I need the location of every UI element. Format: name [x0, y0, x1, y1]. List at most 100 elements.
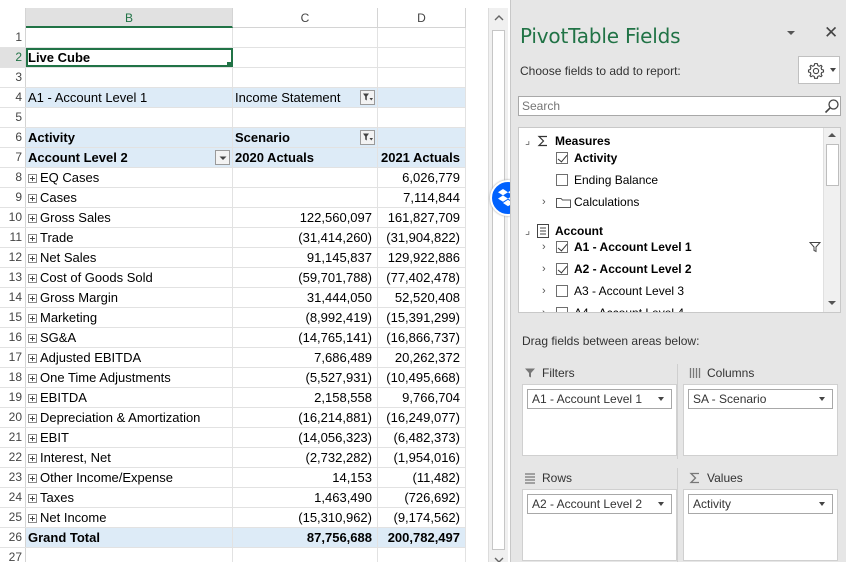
- cell-b17[interactable]: Adjusted EBITDA: [26, 348, 233, 367]
- cell-b18[interactable]: One Time Adjustments: [26, 368, 233, 387]
- columns-field-pill[interactable]: SA - Scenario: [688, 389, 833, 409]
- expand-icon[interactable]: [28, 414, 37, 423]
- cell-c5[interactable]: [233, 108, 378, 127]
- cell-d12[interactable]: 129,922,886: [378, 248, 466, 267]
- cell-d19[interactable]: 9,766,704: [378, 388, 466, 407]
- values-drop-area[interactable]: Activity: [683, 489, 838, 561]
- cell-c16[interactable]: (14,765,141): [233, 328, 378, 347]
- cell-c25[interactable]: (15,310,962): [233, 508, 378, 527]
- cell-d8[interactable]: 6,026,779: [378, 168, 466, 187]
- chevron-down-icon[interactable]: [819, 397, 825, 401]
- cell-d9[interactable]: 7,114,844: [378, 188, 466, 207]
- tools-button[interactable]: [798, 56, 840, 84]
- row-header[interactable]: 13: [0, 268, 26, 287]
- cell-b23[interactable]: Other Income/Expense: [26, 468, 233, 487]
- row-header[interactable]: 10: [0, 208, 26, 227]
- row-header[interactable]: 14: [0, 288, 26, 307]
- cell-c23[interactable]: 14,153: [233, 468, 378, 487]
- cell-c24[interactable]: 1,463,490: [233, 488, 378, 507]
- filter-button[interactable]: [360, 130, 375, 145]
- expand-icon[interactable]: [28, 294, 37, 303]
- field-list-scroll-thumb[interactable]: [826, 144, 839, 186]
- cell-b2[interactable]: Live Cube: [26, 48, 233, 67]
- chevron-down-icon[interactable]: [658, 502, 664, 506]
- cell-c8[interactable]: [233, 168, 378, 187]
- row-header[interactable]: 23: [0, 468, 26, 487]
- row-header[interactable]: 1: [0, 28, 26, 47]
- expand-chevron-icon[interactable]: ›: [542, 280, 546, 302]
- field-checkbox-a1[interactable]: [556, 241, 568, 253]
- row-header[interactable]: 8: [0, 168, 26, 187]
- row-header[interactable]: 22: [0, 448, 26, 467]
- expand-icon[interactable]: [28, 494, 37, 503]
- row-header[interactable]: 19: [0, 388, 26, 407]
- search-input[interactable]: [518, 96, 841, 116]
- cell-d3[interactable]: [378, 68, 466, 87]
- cell-b12[interactable]: Net Sales: [26, 248, 233, 267]
- column-header-c[interactable]: C: [233, 8, 378, 28]
- row-header[interactable]: 5: [0, 108, 26, 127]
- filters-drop-area[interactable]: A1 - Account Level 1: [522, 384, 677, 456]
- row-header[interactable]: 17: [0, 348, 26, 367]
- field-activity[interactable]: Activity: [519, 147, 824, 169]
- expand-icon[interactable]: [28, 234, 37, 243]
- cell-d17[interactable]: 20,262,372: [378, 348, 466, 367]
- expand-icon[interactable]: [28, 334, 37, 343]
- cell-b1[interactable]: [26, 28, 233, 47]
- cell-b5[interactable]: [26, 108, 233, 127]
- cell-c18[interactable]: (5,527,931): [233, 368, 378, 387]
- expand-icon[interactable]: [28, 274, 37, 283]
- expand-icon[interactable]: [28, 174, 37, 183]
- cell-b15[interactable]: Marketing: [26, 308, 233, 327]
- cell-b24[interactable]: Taxes: [26, 488, 233, 507]
- expand-icon[interactable]: [28, 434, 37, 443]
- cell-c6[interactable]: Scenario: [233, 128, 378, 147]
- column-header-b[interactable]: B: [26, 8, 233, 28]
- expand-icon[interactable]: [28, 474, 37, 483]
- cell-c20[interactable]: (16,214,881): [233, 408, 378, 427]
- field-checkbox-a3[interactable]: [556, 285, 568, 297]
- field-list-scrollbar[interactable]: [823, 128, 840, 312]
- values-field-pill[interactable]: Activity: [688, 494, 833, 514]
- row-header[interactable]: 7: [0, 148, 26, 167]
- rows-field-pill[interactable]: A2 - Account Level 2: [527, 494, 672, 514]
- cell-b11[interactable]: Trade: [26, 228, 233, 247]
- row-header[interactable]: 2: [0, 48, 26, 67]
- row-header[interactable]: 6: [0, 128, 26, 147]
- cell-d26[interactable]: 200,782,497: [378, 528, 466, 547]
- cell-c12[interactable]: 91,145,837: [233, 248, 378, 267]
- row-labels-dropdown-button[interactable]: [215, 150, 230, 165]
- expand-chevron-icon[interactable]: ›: [542, 302, 546, 312]
- cell-b16[interactable]: SG&A: [26, 328, 233, 347]
- expand-icon[interactable]: [28, 394, 37, 403]
- cell-b19[interactable]: EBITDA: [26, 388, 233, 407]
- cell-d25[interactable]: (9,174,562): [378, 508, 466, 527]
- row-header[interactable]: 21: [0, 428, 26, 447]
- field-checkbox-a2[interactable]: [556, 263, 568, 275]
- pane-options-dropdown-icon[interactable]: [785, 28, 797, 38]
- cell-b22[interactable]: Interest, Net: [26, 448, 233, 467]
- cell-b14[interactable]: Gross Margin: [26, 288, 233, 307]
- cell-d23[interactable]: (11,482): [378, 468, 466, 487]
- cell-d14[interactable]: 52,520,408: [378, 288, 466, 307]
- field-list[interactable]: ⌟ Measures Activity Ending Balance › Cal…: [518, 127, 841, 313]
- expand-icon[interactable]: [28, 214, 37, 223]
- cell-c7[interactable]: 2020 Actuals: [233, 148, 378, 167]
- field-a4-account-level-4[interactable]: › A4 - Account Level 4: [519, 302, 824, 312]
- cell-b27[interactable]: [26, 548, 233, 562]
- row-header[interactable]: 3: [0, 68, 26, 87]
- cell-b13[interactable]: Cost of Goods Sold: [26, 268, 233, 287]
- cell-c17[interactable]: 7,686,489: [233, 348, 378, 367]
- cell-c15[interactable]: (8,992,419): [233, 308, 378, 327]
- field-ending-balance[interactable]: Ending Balance: [519, 169, 824, 191]
- fill-handle[interactable]: [227, 62, 232, 67]
- expand-icon[interactable]: [28, 454, 37, 463]
- close-icon[interactable]: ✕: [824, 24, 838, 41]
- cell-d15[interactable]: (15,391,299): [378, 308, 466, 327]
- row-header[interactable]: 18: [0, 368, 26, 387]
- cell-c27[interactable]: [233, 548, 378, 562]
- cell-c19[interactable]: 2,158,558: [233, 388, 378, 407]
- field-a2-account-level-2[interactable]: › A2 - Account Level 2: [519, 258, 824, 280]
- cell-b20[interactable]: Depreciation & Amortization: [26, 408, 233, 427]
- cell-d21[interactable]: (6,482,373): [378, 428, 466, 447]
